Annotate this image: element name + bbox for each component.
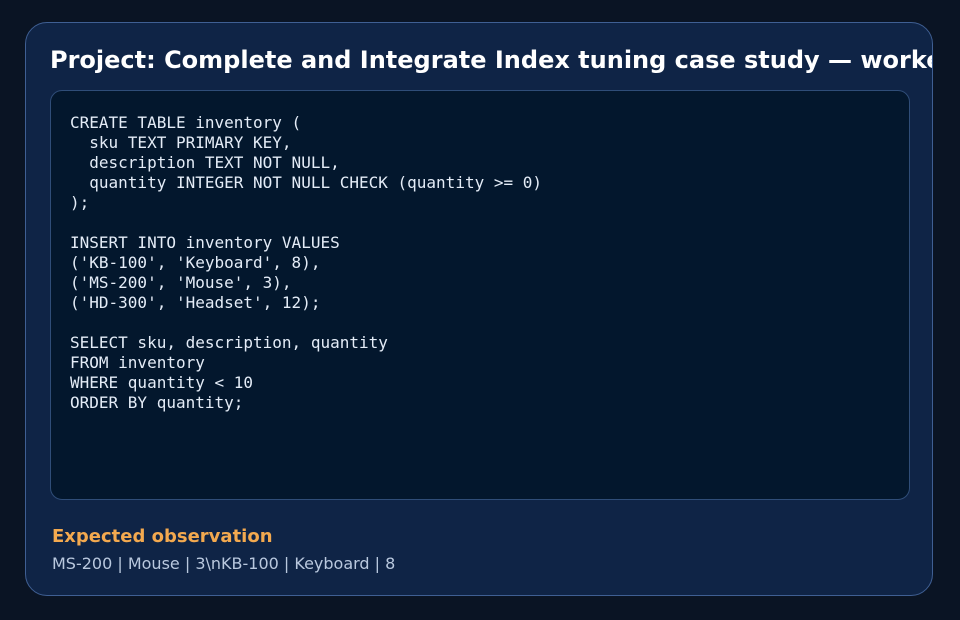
code-block[interactable]: CREATE TABLE inventory ( sku TEXT PRIMAR… [50,90,910,500]
observation-heading: Expected observation [52,526,273,547]
observation-output: MS-200 | Mouse | 3\nKB-100 | Keyboard | … [52,554,396,573]
sql-code[interactable]: CREATE TABLE inventory ( sku TEXT PRIMAR… [51,91,909,413]
page-title: Project: Complete and Integrate Index tu… [50,46,932,74]
content-card: Project: Complete and Integrate Index tu… [25,22,933,596]
